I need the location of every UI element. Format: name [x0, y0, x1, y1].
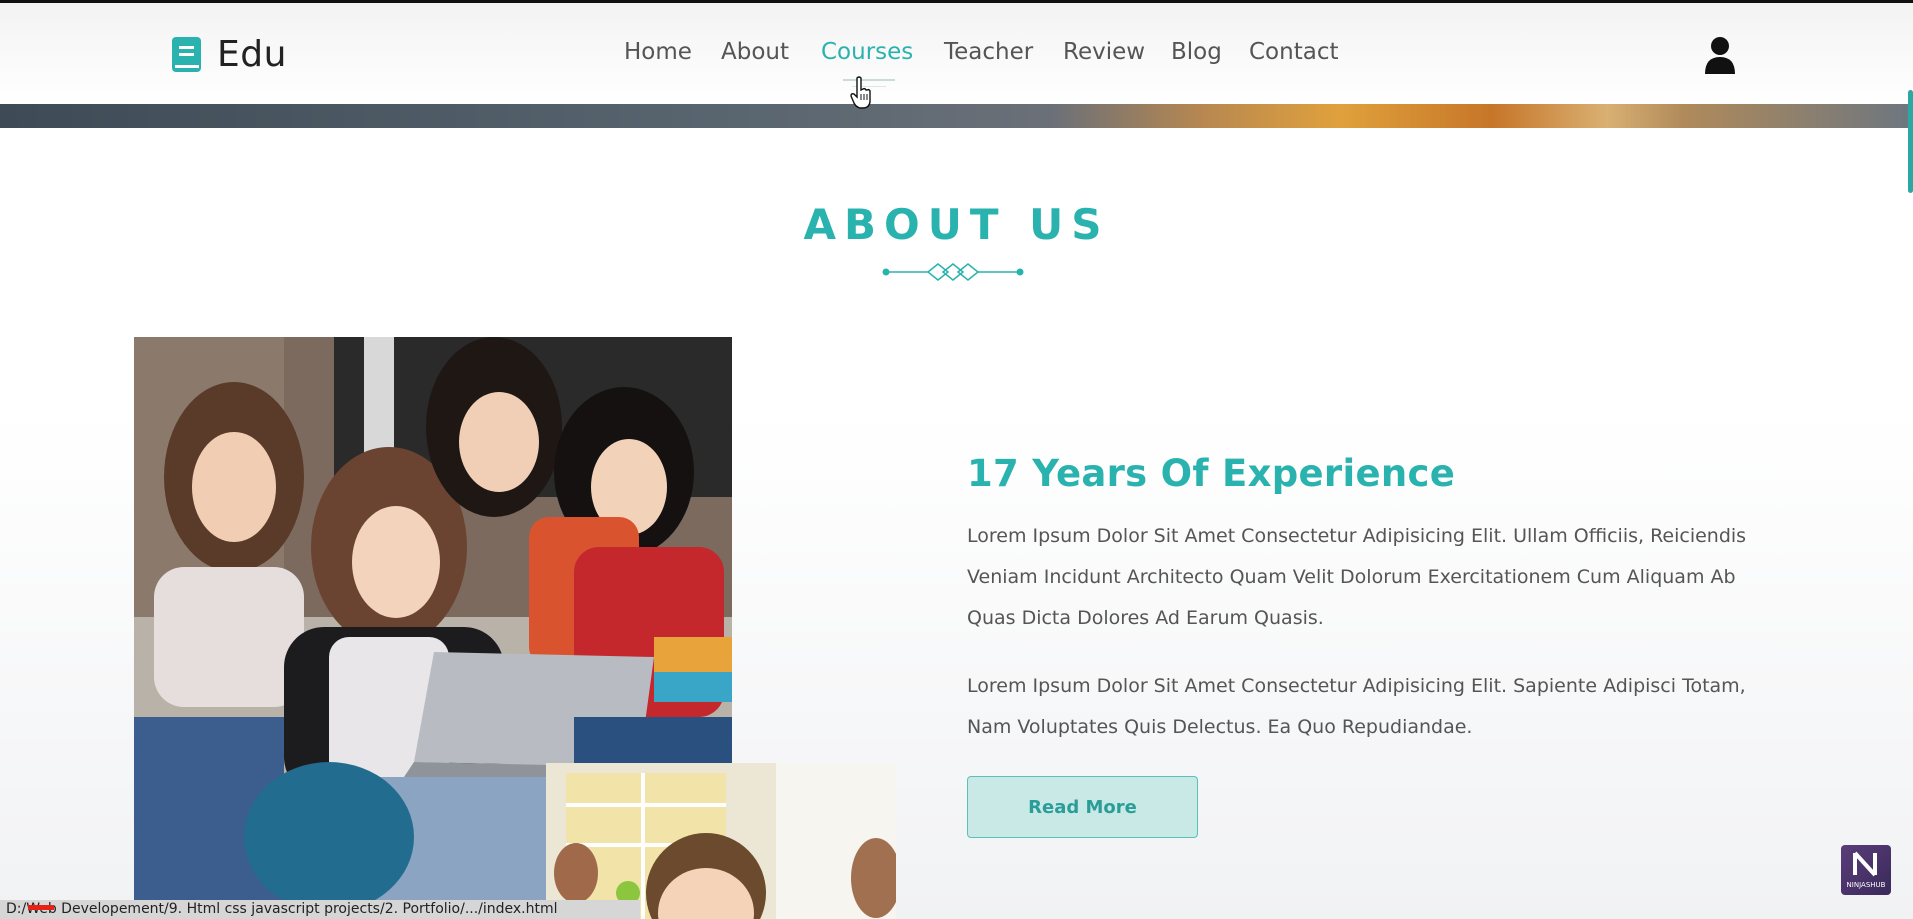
nav-contact[interactable]: Contact: [1249, 39, 1338, 65]
child-illustration: [546, 763, 896, 919]
nav-home[interactable]: Home: [624, 39, 692, 65]
child-photo: [546, 763, 896, 919]
read-more-button[interactable]: Read More: [967, 776, 1198, 838]
heading-divider-ornament: [882, 263, 1024, 281]
nav-courses[interactable]: Courses: [821, 39, 913, 65]
scrollbar-thumb[interactable]: [1908, 90, 1913, 193]
nav-teacher[interactable]: Teacher: [944, 39, 1033, 65]
section-heading: ABOUT US: [803, 200, 1110, 249]
channel-watermark-logo: NINJASHUB: [1841, 845, 1891, 895]
browser-status-bar: D:/Web Developement/9. Html css javascri…: [0, 900, 640, 919]
experience-title: 17 Years Of Experience: [967, 452, 1456, 495]
site-header: Edu Home About Courses Teacher Review Bl…: [0, 3, 1913, 104]
about-paragraph-2: Lorem Ipsum Dolor Sit Amet Consectetur A…: [967, 675, 1746, 738]
nav-blog[interactable]: Blog: [1171, 39, 1222, 65]
about-paragraph-1: Lorem Ipsum Dolor Sit Amet Consectetur A…: [967, 525, 1747, 629]
main-nav: Home About Courses Teacher Review Blog C…: [0, 39, 1913, 79]
hero-image-remnant: [0, 104, 1913, 128]
user-icon[interactable]: [1704, 35, 1736, 75]
video-progress-indicator: [28, 905, 54, 910]
watermark-text: NINJASHUB: [1846, 881, 1886, 889]
nav-about[interactable]: About: [721, 39, 789, 65]
nav-review[interactable]: Review: [1063, 39, 1145, 65]
watermark-n-icon: [1853, 851, 1877, 877]
hand-cursor-icon: [850, 76, 871, 109]
